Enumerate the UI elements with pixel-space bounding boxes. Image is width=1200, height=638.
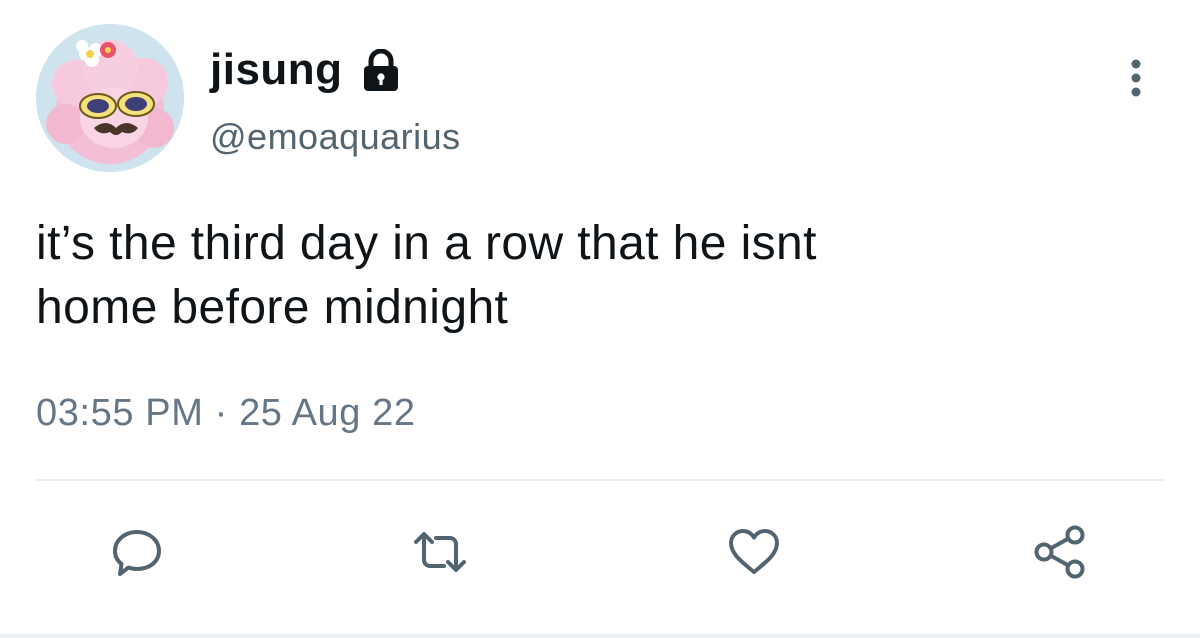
avatar-image	[36, 24, 184, 172]
divider	[36, 479, 1164, 481]
display-name-row: jisung	[210, 40, 401, 100]
timestamp-separator: ·	[214, 392, 228, 434]
retweet-icon	[414, 532, 466, 572]
bottom-divider	[0, 634, 1200, 638]
display-name[interactable]: jisung	[210, 45, 343, 95]
user-handle[interactable]: @emoaquarius	[210, 116, 461, 158]
tweet-text: it’s the third day in a row that he isnt…	[36, 217, 817, 334]
tweet-time: 03:55 PM	[36, 392, 204, 434]
tweet-date: 25 Aug 22	[239, 392, 416, 434]
tweet-timestamp[interactable]: 03:55 PM · 25 Aug 22	[36, 392, 416, 435]
tweet-card: jisung @emoaquarius it’s the third day i…	[0, 0, 1200, 638]
reply-icon	[113, 530, 161, 576]
like-button[interactable]	[722, 520, 786, 584]
share-button[interactable]	[1028, 520, 1092, 584]
heart-icon	[729, 529, 779, 574]
share-icon	[1034, 525, 1085, 579]
reply-button[interactable]	[105, 520, 169, 584]
avatar[interactable]	[36, 24, 184, 172]
lock-icon	[361, 48, 401, 98]
retweet-button[interactable]	[408, 520, 472, 584]
more-options-icon[interactable]	[1118, 56, 1154, 104]
